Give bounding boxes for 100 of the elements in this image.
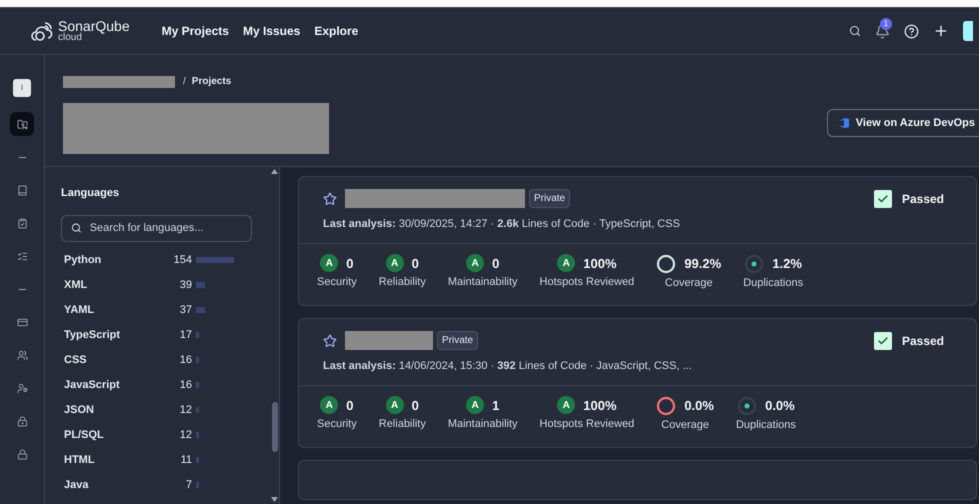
metric-value: 0.0% [684,396,714,415]
scrollbar[interactable] [270,167,279,504]
cloud-logo-icon [30,20,54,42]
language-count: 16 [178,352,192,368]
rating-badge: A [320,254,338,272]
check-icon [874,332,892,350]
visibility-badge: Private [529,189,570,208]
language-count: 39 [178,278,192,293]
count-bar [196,482,199,488]
count-bar [196,307,205,313]
language-count: 37 [178,302,192,318]
nav-link[interactable]: Explore [314,22,358,40]
language-name: YAML [64,302,96,318]
duplication-ring-icon [744,254,764,274]
language-count: 12 [178,402,192,418]
visibility-badge: Private [437,331,478,350]
count-bar [196,382,199,388]
metric-label: Maintainability [448,417,518,432]
search-box[interactable]: Search for languages... [61,214,252,242]
metric-label: Coverage [661,418,709,432]
analysis-info: Last analysis: 30/09/2025, 14:27 · 2.6k Lines of Code · TypeScript, CSS [323,217,681,232]
count-bar [196,407,199,413]
rating-badge: A [386,254,404,272]
search-icon [71,222,82,234]
count-bar [196,357,199,363]
metric-value: 1.2% [772,254,802,273]
notification-badge: 1 [880,18,892,30]
help-icon[interactable] [904,24,919,38]
scroll-up-icon[interactable] [271,169,278,174]
language-count: 17 [178,328,192,343]
quality-gate-status: Passed [902,332,944,350]
language-search-field[interactable]: Search for languages... [90,220,242,236]
language-count: 12 [178,428,192,443]
language-item[interactable]: YAML 37 [61,298,260,322]
rating-badge: A [466,396,484,414]
language-item[interactable]: PL/SQL 12 [61,422,260,448]
star-icon[interactable] [323,334,337,348]
nav-link[interactable]: My Issues [242,22,300,40]
nav-link[interactable]: My Projects [162,22,229,40]
metric-label: Duplications [743,276,804,290]
metric-label: Hotspots Reviewed [540,275,634,290]
metric-value: 0 [492,254,500,272]
language-item[interactable]: Python 154 [61,248,260,272]
language-item[interactable]: TypeScript 17 [61,322,260,348]
metric-value: 1 [492,396,500,414]
count-bar [196,432,199,438]
metric-value: 0.0% [765,396,795,415]
logo-text: SonarQube [58,19,130,33]
metric-label: Hotspots Reviewed [540,417,634,432]
metric-label: Security [317,275,357,290]
scroll-down-icon[interactable] [271,497,278,502]
quality-gate-status: Passed [902,190,944,208]
language-item[interactable]: XML 39 [61,272,260,298]
metric-label: Maintainability [448,275,518,290]
metric-value: 99.2% [684,254,722,273]
language-name: JSON [64,402,95,418]
rating-badge: A [320,396,338,414]
breadcrumb-separator: / [183,75,186,89]
azure-devops-button[interactable]: View on Azure DevOps [826,109,979,137]
language-item[interactable]: JavaScript 16 [61,372,260,398]
language-item[interactable]: CSS 16 [61,348,260,372]
language-name: PL/SQL [64,428,105,443]
language-name: Python [64,252,102,268]
rating-badge: A [557,254,576,272]
metric-label: Reliability [378,417,426,432]
count-bar [196,332,199,338]
metric-value: 0 [346,396,354,414]
metric-label: Reliability [378,275,426,290]
plus-icon[interactable] [933,23,949,39]
metric-value: 0 [412,254,419,272]
language-name: XML [64,278,88,293]
count-bar [196,457,199,463]
folder-icon[interactable] [10,112,34,136]
search-icon[interactable] [849,25,861,37]
language-name: JavaScript [64,378,121,393]
star-icon[interactable] [323,192,337,206]
language-name: HTML [64,452,96,468]
language-count: 11 [180,452,192,468]
rating-badge: A [557,396,576,414]
azure-devops-icon [838,117,850,129]
metric-value: 0 [346,254,354,272]
rating-badge: A [466,254,484,272]
scrollbar-thumb[interactable] [272,402,278,452]
language-name: TypeScript [64,328,122,343]
metric-value: 100% [583,254,617,272]
analysis-info: Last analysis: 14/06/2024, 15:30 · 392 Lines of Code · JavaScript, CSS, ... [323,359,693,374]
count-bar [196,282,205,288]
org-avatar[interactable]: I [13,79,31,97]
duplication-ring-icon [737,396,758,416]
metric-value: 0 [412,396,419,414]
logo-subtext: cloud [58,33,82,43]
language-item[interactable]: HTML 11 [61,448,260,472]
language-item[interactable]: JSON 12 [61,398,260,422]
language-count: 16 [178,378,192,393]
breadcrumb-link[interactable]: Projects [192,74,232,89]
metric-value: 100% [583,396,617,414]
language-count: 154 [172,252,192,268]
count-bar [196,257,234,263]
language-item[interactable]: Java 7 [61,472,260,498]
metric-label: Duplications [736,418,796,432]
